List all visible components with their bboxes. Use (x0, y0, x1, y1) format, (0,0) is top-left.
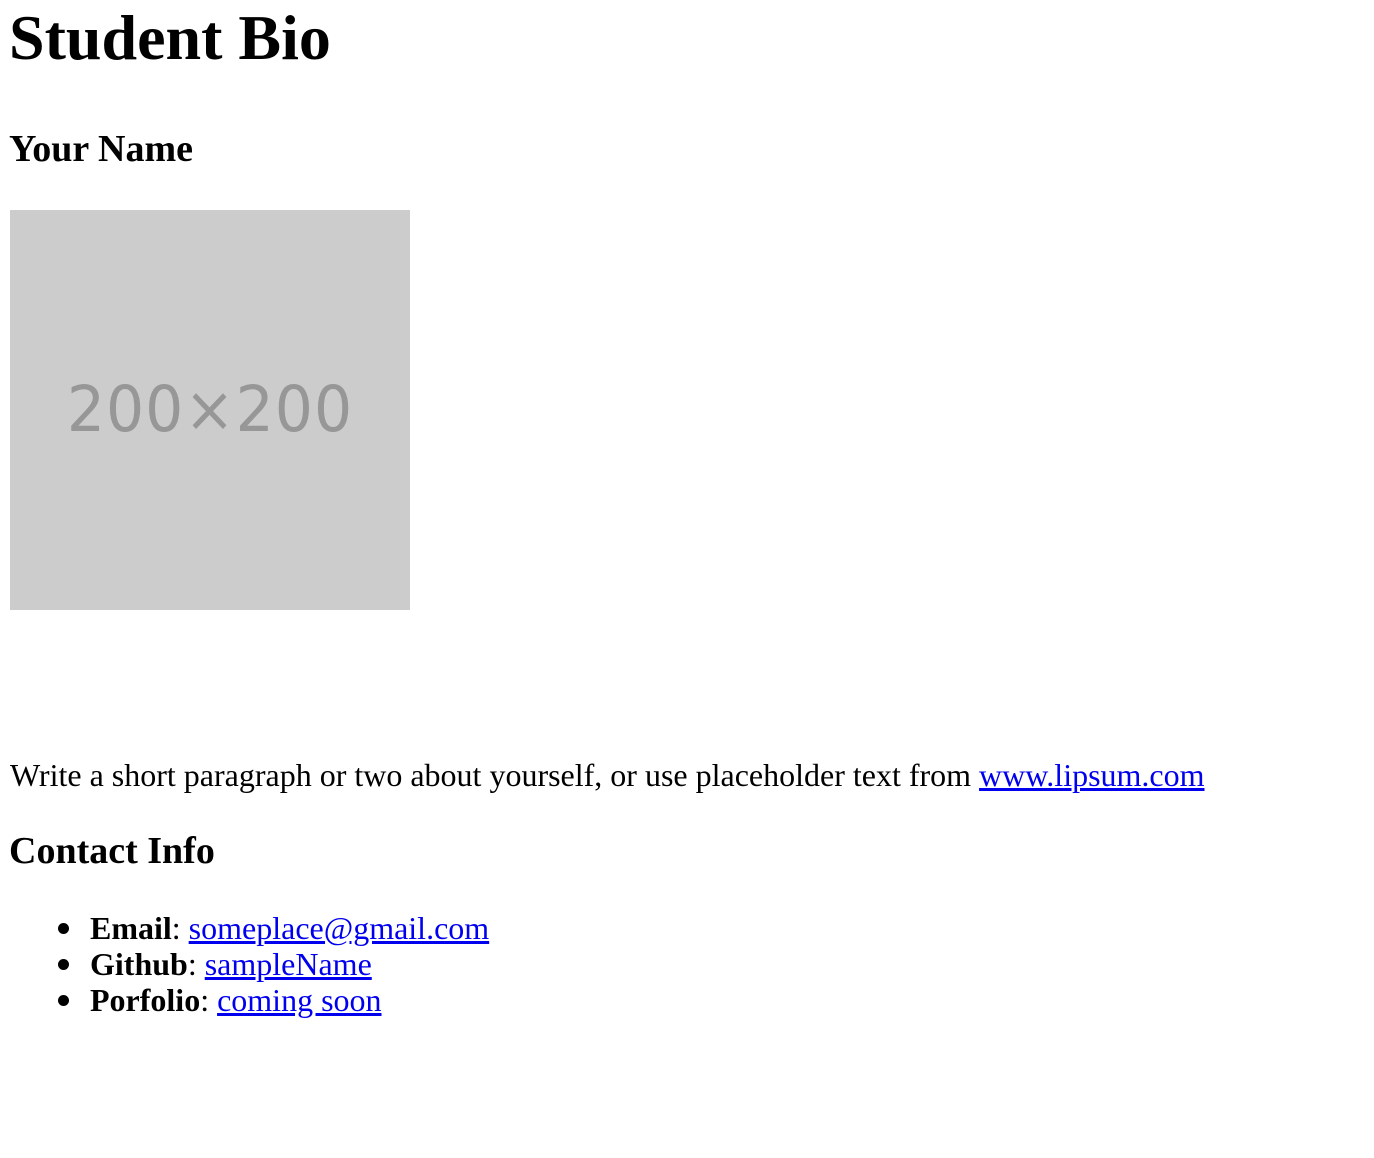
bio-text: Write a short paragraph or two about you… (10, 757, 980, 793)
contact-item-portfolio: Porfolio: coming soon (58, 982, 489, 1018)
profile-photo-placeholder: 200×200 (10, 210, 410, 610)
contact-separator: : (200, 982, 218, 1018)
contact-key-github: Github (90, 946, 188, 982)
contact-separator: : (171, 910, 189, 946)
contact-separator: : (187, 946, 205, 982)
contact-item-email: Email: someplace@gmail.com (58, 910, 489, 946)
photo-placeholder-label: 200×200 (66, 373, 354, 447)
contact-heading: Contact Info (9, 830, 215, 872)
github-link[interactable]: sampleName (205, 946, 372, 982)
portfolio-link[interactable]: coming soon (217, 982, 381, 1018)
name-heading: Your Name (9, 128, 194, 170)
lipsum-link[interactable]: www.lipsum.com (979, 757, 1204, 793)
contact-key-email: Email (90, 910, 172, 946)
bullet-icon (58, 959, 69, 970)
contact-item-github: Github: sampleName (58, 946, 489, 982)
bullet-icon (58, 995, 69, 1006)
contact-key-portfolio: Porfolio (90, 982, 201, 1018)
bio-paragraph: Write a short paragraph or two about you… (10, 756, 1205, 794)
bullet-icon (58, 923, 69, 934)
contact-list: Email: someplace@gmail.com Github: sampl… (0, 910, 489, 1018)
page-title: Student Bio (9, 2, 331, 73)
email-link[interactable]: someplace@gmail.com (189, 910, 489, 946)
